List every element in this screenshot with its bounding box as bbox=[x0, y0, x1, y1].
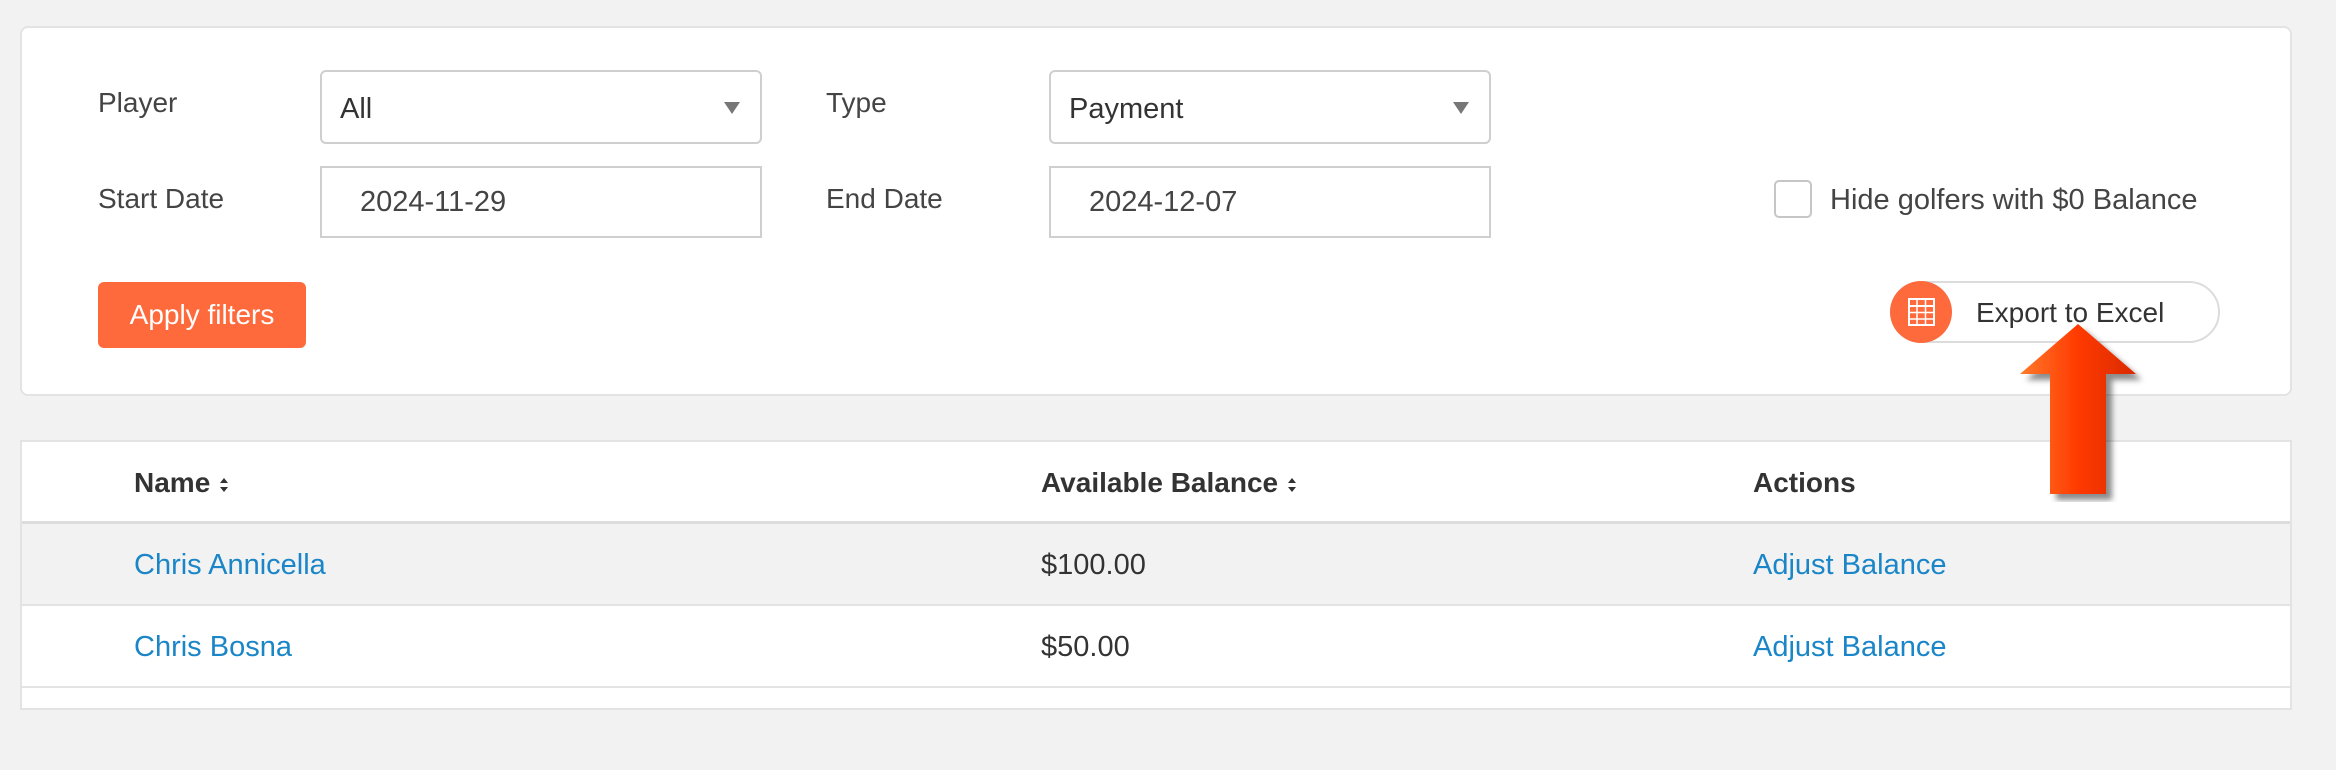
sort-icon[interactable] bbox=[1286, 474, 1298, 496]
apply-filters-button[interactable]: Apply filters bbox=[98, 282, 306, 348]
sort-icon[interactable] bbox=[218, 474, 230, 496]
table-row: Chris Bosna $50.00 Adjust Balance bbox=[22, 606, 2290, 688]
start-date-input[interactable] bbox=[320, 166, 762, 238]
type-label: Type bbox=[826, 87, 887, 118]
end-date-input[interactable] bbox=[1049, 166, 1491, 238]
balances-table: Name Available Balance Actions Chris Ann… bbox=[20, 440, 2292, 710]
end-date-label: End Date bbox=[826, 183, 943, 214]
start-date-label: Start Date bbox=[98, 183, 225, 214]
spreadsheet-icon bbox=[1908, 298, 1935, 326]
available-balance-value: $100.00 bbox=[1041, 549, 1146, 581]
player-select-value: All bbox=[340, 93, 373, 125]
table-row bbox=[22, 688, 2290, 770]
player-name-link[interactable]: Chris Annicella bbox=[134, 547, 326, 583]
type-select[interactable]: Payment bbox=[1049, 70, 1491, 144]
table-header: Name Available Balance Actions bbox=[22, 442, 2290, 524]
player-name-link[interactable]: Chris Bosna bbox=[134, 629, 292, 665]
column-header-balance[interactable]: Available Balance bbox=[1041, 466, 1298, 500]
chevron-down-icon bbox=[1453, 102, 1469, 114]
adjust-balance-link[interactable]: Adjust Balance bbox=[1753, 629, 1946, 665]
column-header-balance-label: Available Balance bbox=[1041, 467, 1279, 498]
adjust-balance-link[interactable]: Adjust Balance bbox=[1753, 547, 1946, 583]
column-header-name[interactable]: Name bbox=[134, 466, 230, 500]
column-header-actions: Actions bbox=[1753, 467, 1856, 498]
chevron-down-icon bbox=[724, 102, 740, 114]
player-label: Player bbox=[98, 87, 178, 118]
hide-zero-balance-checkbox[interactable] bbox=[1774, 180, 1812, 218]
filter-panel: Player All Type Payment Start Date End D… bbox=[20, 26, 2292, 396]
hide-zero-balance-label[interactable]: Hide golfers with $0 Balance bbox=[1830, 183, 2198, 217]
available-balance-value: $50.00 bbox=[1041, 631, 1130, 663]
column-header-name-label: Name bbox=[134, 467, 211, 498]
red-arrow-pointing-up-icon bbox=[2020, 324, 2136, 494]
type-select-value: Payment bbox=[1069, 93, 1184, 125]
player-select[interactable]: All bbox=[320, 70, 762, 144]
table-row: Chris Annicella $100.00 Adjust Balance bbox=[22, 524, 2290, 606]
export-icon-badge bbox=[1890, 281, 1952, 343]
